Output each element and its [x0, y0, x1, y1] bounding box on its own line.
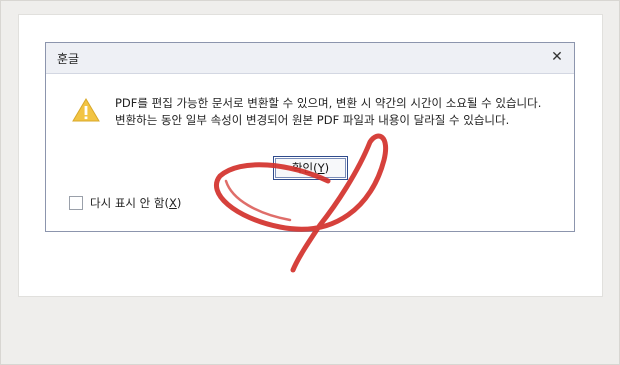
dont-show-checkbox[interactable]: [69, 196, 83, 210]
warning-icon: [72, 98, 100, 122]
conversion-dialog: 훈글 ✕ PDF를 편집 가능한 문서로 변환할 수 있으며, 변환 시 약간의…: [45, 42, 575, 232]
close-icon[interactable]: ✕: [548, 48, 566, 66]
message-line-1: PDF를 편집 가능한 문서로 변환할 수 있으며, 변환 시 약간의 시간이 …: [115, 96, 542, 110]
dialog-titlebar: 훈글 ✕: [46, 43, 574, 74]
ok-button[interactable]: 확인(Y): [273, 156, 348, 180]
ok-button-label: 확인: [291, 161, 314, 175]
dont-show-accelerator: X: [168, 196, 177, 210]
ok-accelerator: Y: [317, 161, 325, 175]
message-line-2: 변환하는 동안 일부 속성이 변경되어 원본 PDF 파일과 내용이 달라질 수…: [115, 113, 510, 127]
dont-show-option[interactable]: 다시 표시 안 함(X): [69, 195, 181, 211]
dont-show-label: 다시 표시 안 함(X): [90, 196, 182, 210]
dialog-title: 훈글: [57, 52, 80, 66]
